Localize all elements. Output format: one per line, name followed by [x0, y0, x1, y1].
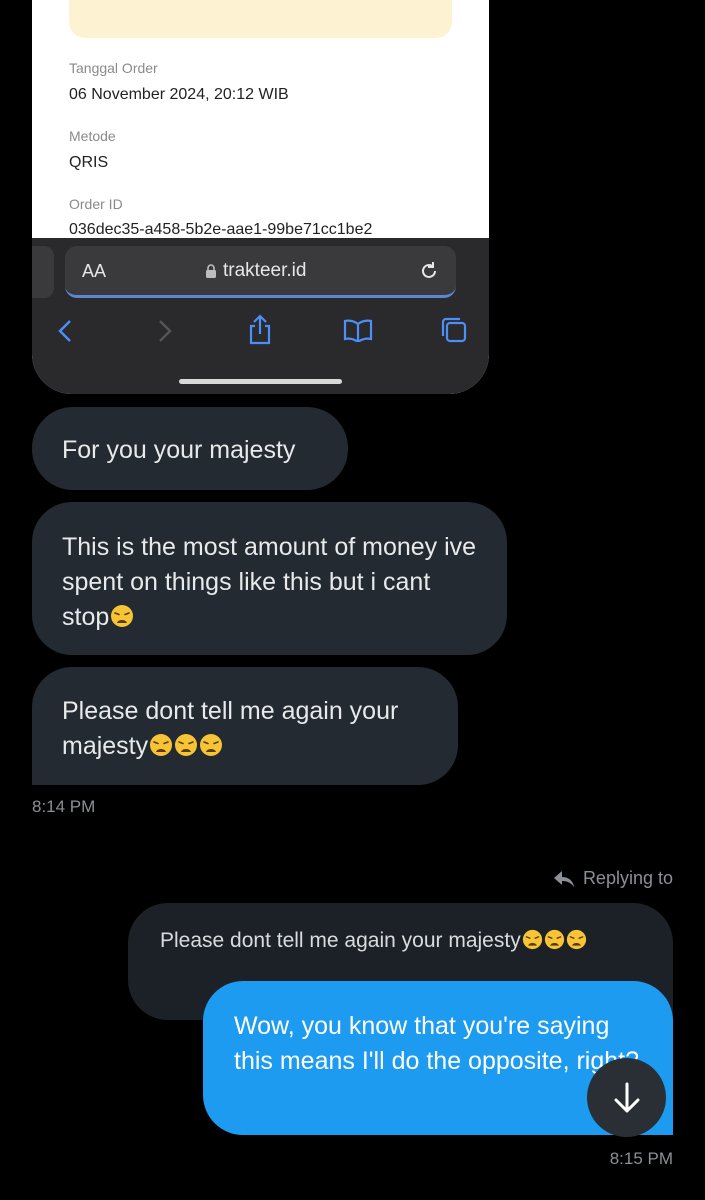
home-indicator — [179, 379, 342, 384]
weary-face-emoji — [544, 929, 564, 950]
weary-face-emoji — [522, 929, 542, 950]
scroll-to-bottom-button[interactable] — [587, 1058, 666, 1137]
reply-arrow-icon — [553, 870, 574, 887]
order-date-label: Tanggal Order — [69, 60, 158, 76]
order-id-value: 036dec35-a458-5b2e-aae1-99be71cc1be2 — [69, 221, 373, 238]
incoming-message[interactable]: Please dont tell me again your majesty — [32, 667, 458, 785]
share-icon[interactable] — [247, 314, 273, 346]
weary-face-emoji — [150, 734, 173, 756]
quoted-text: Please dont tell me again your majesty — [160, 929, 521, 952]
weary-face-emoji — [200, 734, 223, 756]
replying-to-label: Replying to — [582, 868, 673, 888]
message-timestamp: 8:14 PM — [32, 797, 96, 816]
weary-face-emoji — [175, 734, 198, 756]
url-text: trakteer.id — [223, 260, 307, 281]
browser-toolbar: AA trakteer.id — [32, 238, 489, 394]
amount-banner — [69, 0, 452, 38]
replying-to-indicator[interactable]: Replying to — [553, 868, 673, 889]
back-icon[interactable] — [57, 318, 73, 344]
incoming-message[interactable]: This is the most amount of money ive spe… — [32, 502, 507, 655]
message-text: Please dont tell me again your majesty — [62, 697, 399, 760]
reader-settings-button[interactable]: AA — [82, 261, 106, 282]
lock-icon — [206, 263, 216, 278]
weary-face-emoji — [566, 929, 586, 950]
previous-tab-strip — [32, 246, 54, 298]
embedded-screenshot[interactable]: Tanggal Order 06 November 2024, 20:12 WI… — [32, 0, 489, 394]
message-text: Wow, you know that you're saying this me… — [234, 1012, 640, 1075]
method-value: QRIS — [69, 154, 109, 171]
message-text: For you your majesty — [62, 436, 296, 464]
forward-icon[interactable] — [157, 318, 173, 344]
address-bar[interactable]: AA trakteer.id — [65, 246, 456, 298]
aa-label: AA — [82, 261, 107, 281]
order-date-value: 06 November 2024, 20:12 WIB — [69, 86, 289, 103]
incoming-message[interactable]: For you your majesty — [32, 407, 348, 490]
emoji-group — [521, 929, 587, 952]
tabs-icon[interactable] — [440, 316, 468, 344]
message-timestamp: 8:15 PM — [609, 1149, 673, 1168]
method-label: Metode — [69, 128, 116, 144]
emoji-group — [109, 603, 134, 631]
emoji-group — [148, 732, 223, 760]
bookmarks-icon[interactable] — [343, 318, 373, 342]
order-details-panel: Tanggal Order 06 November 2024, 20:12 WI… — [32, 0, 489, 240]
reload-icon[interactable] — [418, 260, 440, 282]
arrow-down-icon — [614, 1082, 639, 1112]
order-id-label: Order ID — [69, 196, 123, 212]
url-display: trakteer.id — [205, 260, 306, 282]
weary-face-emoji — [111, 605, 134, 627]
